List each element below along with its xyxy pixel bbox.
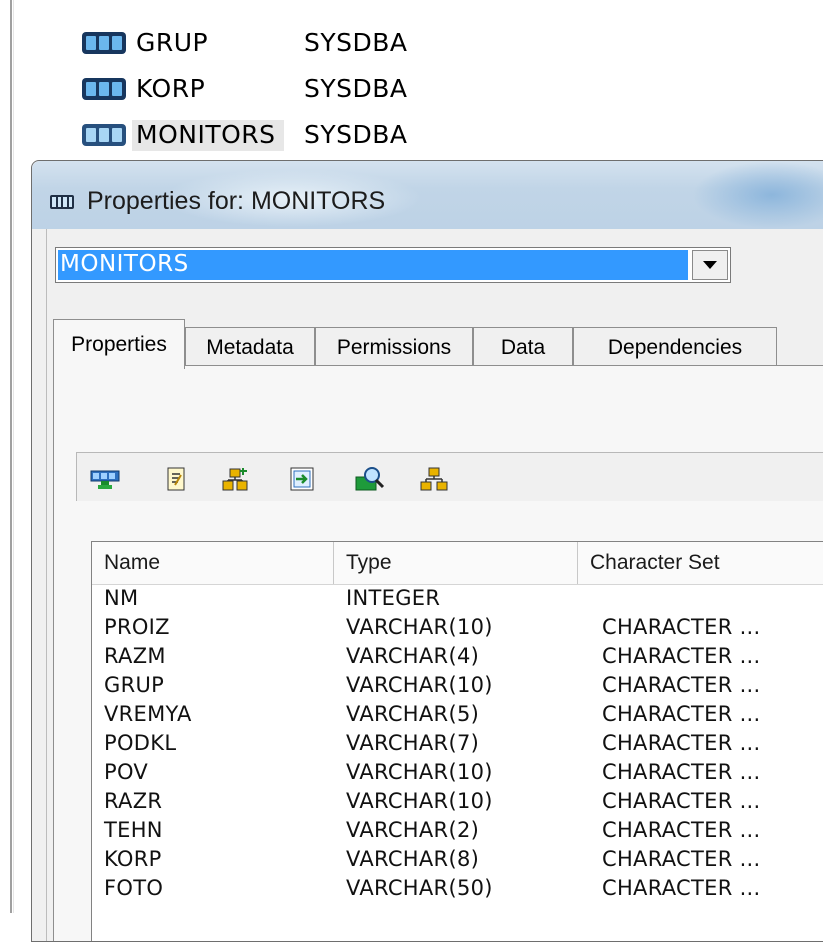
table-row[interactable]: RAZM VARCHAR(4) CHARACTER ... — [92, 642, 823, 671]
field-name: POV — [104, 760, 149, 784]
field-type: VARCHAR(50) — [346, 876, 493, 900]
tab-dependencies[interactable]: Dependencies — [573, 327, 777, 367]
table-list-item[interactable]: GRUP SYSDBA — [78, 22, 478, 68]
field-type: VARCHAR(10) — [346, 615, 493, 639]
combobox-value: MONITORS — [60, 251, 189, 277]
field-name: FOTO — [104, 876, 164, 900]
combobox-dropdown-button[interactable] — [692, 250, 728, 280]
show-form-icon[interactable] — [89, 465, 123, 493]
field-type: VARCHAR(10) — [346, 673, 493, 697]
window-title: Properties for: MONITORS — [87, 187, 386, 215]
table-row[interactable]: RAZR VARCHAR(10) CHARACTER ... — [92, 787, 823, 816]
table-owner: SYSDBA — [304, 28, 408, 57]
field-type: VARCHAR(8) — [346, 847, 480, 871]
properties-window: Properties for: MONITORS MONITORS Proper… — [31, 160, 823, 942]
table-owner: SYSDBA — [304, 74, 408, 103]
list-rows: NM INTEGER PROIZ VARCHAR(10) CHARACTER ... … — [92, 584, 823, 903]
window-client-area: MONITORS Properties Metadata Permissions… — [46, 229, 823, 941]
field-charset: CHARACTER ... — [602, 644, 761, 668]
field-name: NM — [104, 586, 139, 610]
table-row[interactable]: KORP VARCHAR(8) CHARACTER ... — [92, 845, 823, 874]
table-icon — [82, 78, 126, 100]
edit-icon[interactable] — [159, 465, 193, 493]
field-type: VARCHAR(10) — [346, 789, 493, 813]
table-name: KORP — [136, 74, 206, 103]
field-charset: CHARACTER ... — [602, 673, 761, 697]
add-field-icon[interactable] — [219, 465, 253, 493]
field-name: VREMYA — [104, 702, 192, 726]
background-window-edge-highlight — [13, 0, 14, 913]
column-header-name[interactable]: Name — [92, 542, 334, 584]
field-charset: CHARACTER ... — [602, 760, 761, 784]
background-table-list: GRUP SYSDBA KORP SYSDBA MONITORS SYSDBA — [78, 22, 478, 160]
import-icon[interactable] — [285, 465, 319, 493]
field-name: KORP — [104, 847, 162, 871]
field-name: PROIZ — [104, 615, 170, 639]
table-icon — [50, 195, 74, 209]
field-charset: CHARACTER ... — [602, 876, 761, 900]
table-name: GRUP — [136, 28, 209, 57]
tab-data[interactable]: Data — [473, 327, 573, 367]
field-charset: CHARACTER ... — [602, 702, 761, 726]
field-name: GRUP — [104, 673, 165, 697]
field-charset: CHARACTER ... — [602, 789, 761, 813]
chevron-down-icon — [703, 261, 717, 269]
field-type: VARCHAR(4) — [346, 644, 480, 668]
list-header: Name Type Character Set — [92, 542, 823, 585]
table-row[interactable]: TEHN VARCHAR(2) CHARACTER ... — [92, 816, 823, 845]
column-header-character-set[interactable]: Character Set — [578, 542, 823, 584]
window-titlebar[interactable]: Properties for: MONITORS — [32, 161, 823, 229]
field-charset: CHARACTER ... — [602, 818, 761, 842]
field-type: VARCHAR(5) — [346, 702, 480, 726]
column-header-type[interactable]: Type — [334, 542, 578, 584]
table-row[interactable]: PODKL VARCHAR(7) CHARACTER ... — [92, 729, 823, 758]
fields-list-view[interactable]: Name Type Character Set NM INTEGER PROIZ V… — [91, 541, 823, 941]
tab-metadata[interactable]: Metadata — [185, 327, 315, 367]
field-charset: CHARACTER ... — [602, 615, 761, 639]
background-window-edge — [10, 0, 12, 913]
field-type: VARCHAR(10) — [346, 760, 493, 784]
table-row[interactable]: VREMYA VARCHAR(5) CHARACTER ... — [92, 700, 823, 729]
field-type: VARCHAR(2) — [346, 818, 480, 842]
field-name: TEHN — [104, 818, 163, 842]
table-list-item-selected[interactable]: MONITORS SYSDBA — [78, 114, 478, 160]
field-charset: CHARACTER ... — [602, 731, 761, 755]
properties-toolbar — [76, 452, 823, 501]
table-icon — [82, 124, 126, 146]
table-name: MONITORS — [132, 120, 284, 151]
table-row[interactable]: NM INTEGER — [92, 584, 823, 613]
table-select-combobox[interactable]: MONITORS — [55, 247, 731, 283]
table-icon — [82, 32, 126, 54]
table-row[interactable]: PROIZ VARCHAR(10) CHARACTER ... — [92, 613, 823, 642]
table-row[interactable]: POV VARCHAR(10) CHARACTER ... — [92, 758, 823, 787]
table-row[interactable]: GRUP VARCHAR(10) CHARACTER ... — [92, 671, 823, 700]
field-charset: CHARACTER ... — [602, 847, 761, 871]
field-name: RAZM — [104, 644, 166, 668]
tab-permissions[interactable]: Permissions — [315, 327, 473, 367]
search-icon[interactable] — [353, 465, 387, 493]
field-type: VARCHAR(7) — [346, 731, 480, 755]
table-list-item[interactable]: KORP SYSDBA — [78, 68, 478, 114]
table-owner: SYSDBA — [304, 120, 408, 149]
table-row[interactable]: FOTO VARCHAR(50) CHARACTER ... — [92, 874, 823, 903]
field-name: RAZR — [104, 789, 163, 813]
tree-icon[interactable] — [417, 465, 451, 493]
tab-properties[interactable]: Properties — [53, 319, 185, 369]
field-type: INTEGER — [346, 586, 441, 610]
field-name: PODKL — [104, 731, 177, 755]
